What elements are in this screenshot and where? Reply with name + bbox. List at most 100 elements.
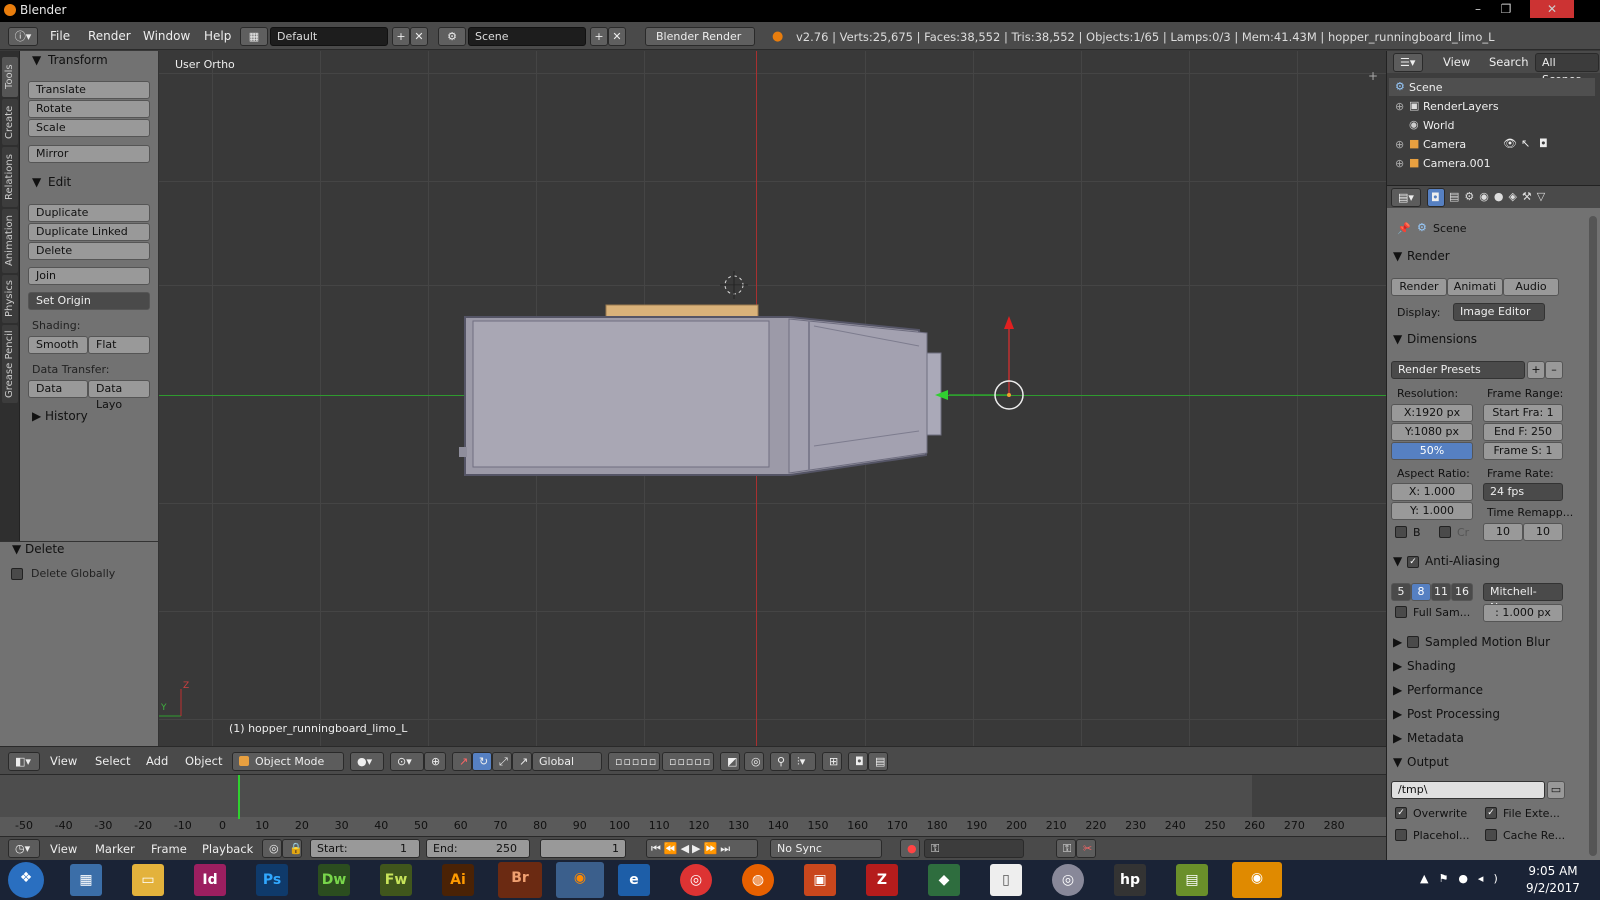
post-processing-panel-toggle[interactable]: ▶ <box>1393 707 1402 721</box>
remove-scene-icon[interactable]: ✕ <box>608 27 626 46</box>
blender-taskbar-icon[interactable]: ◉ <box>556 862 604 898</box>
sync-mode-select[interactable]: No Sync <box>770 839 882 858</box>
indesign-icon[interactable]: Id <box>194 864 226 896</box>
preview-range-icon[interactable]: ◎ <box>262 839 282 858</box>
aa-filter-select[interactable]: Mitchell-Ne... <box>1483 583 1563 614</box>
insert-keyframe-icon[interactable]: ⚿ <box>1056 839 1076 858</box>
transform-panel-toggle[interactable]: ▼ <box>32 53 41 67</box>
metadata-panel-title[interactable]: Metadata <box>1407 731 1464 745</box>
time-remap-old-field[interactable]: 10 <box>1483 523 1523 541</box>
maximize-button[interactable]: ❐ <box>1492 0 1520 18</box>
tab-physics[interactable]: Physics <box>2 275 18 323</box>
orientation-icon[interactable]: ↗ <box>512 752 532 771</box>
aa-samples-16[interactable]: 16 <box>1451 583 1473 601</box>
output-panel-title[interactable]: Output <box>1407 755 1449 769</box>
end-frame-timeline-field[interactable]: End: 250 <box>426 839 530 858</box>
outliner-item-scene[interactable]: Scene <box>1409 81 1443 94</box>
record-icon[interactable]: ● <box>900 839 920 858</box>
shading-panel-title[interactable]: Shading <box>1407 659 1456 673</box>
illustrator-icon[interactable]: Ai <box>442 864 474 896</box>
screen-layout-field[interactable]: Default <box>270 27 388 46</box>
add-scene-icon[interactable]: + <box>590 27 608 46</box>
tab-grease-pencil[interactable]: Grease Pencil <box>2 325 18 403</box>
end-frame-field[interactable]: End F: 250 <box>1483 423 1563 441</box>
aa-panel-toggle[interactable]: ▼ <box>1393 554 1402 568</box>
timeline-menu-frame[interactable]: Frame <box>151 842 187 856</box>
output-panel-toggle[interactable]: ▼ <box>1393 755 1402 769</box>
motion-blur-checkbox[interactable] <box>1407 636 1419 648</box>
render-animation-icon[interactable]: ▤ <box>868 752 888 771</box>
disc-icon[interactable]: ◎ <box>1052 864 1084 896</box>
delete-button[interactable]: Delete <box>28 242 150 260</box>
outliner-item-camera[interactable]: Camera <box>1423 138 1466 151</box>
data-layout-button[interactable]: Data Layo <box>88 380 150 411</box>
menu-help[interactable]: Help <box>204 29 231 43</box>
timeline[interactable]: -50 -40 -30 -20 -10 0 10 20 30 40 50 60 70 80 90 100 110… <box>0 774 1386 836</box>
outliner-item-world[interactable]: World <box>1423 119 1455 132</box>
start-frame-field[interactable]: Start Fra: 1 <box>1483 404 1563 422</box>
display-select[interactable]: Image Editor <box>1453 303 1545 321</box>
placeholders-checkbox[interactable] <box>1395 829 1407 841</box>
anti-aliasing-title[interactable]: Anti-Aliasing <box>1425 554 1500 568</box>
aspect-y-field[interactable]: Y: 1.000 <box>1391 502 1473 520</box>
menu-select[interactable]: Select <box>95 754 130 768</box>
frame-rate-select[interactable]: 24 fps <box>1483 483 1563 501</box>
tab-relations[interactable]: Relations <box>2 147 18 207</box>
layers-grid-1-icon[interactable]: ▫▫▫▫▫ <box>608 752 660 771</box>
transform-panel-title[interactable]: Transform <box>48 53 108 67</box>
scale-manipulator-icon[interactable]: ⤢ <box>492 752 512 771</box>
render-presets-select[interactable]: Render Presets <box>1391 361 1525 379</box>
history-panel-title[interactable]: History <box>45 409 88 423</box>
blender-active-icon[interactable]: ◉ <box>1232 862 1282 898</box>
calculator-icon[interactable]: ▦ <box>70 864 102 896</box>
overwrite-checkbox[interactable]: ✓ <box>1395 807 1407 819</box>
office-icon[interactable]: ▣ <box>804 864 836 896</box>
document-icon[interactable]: ▯ <box>990 864 1022 896</box>
keying-set-field[interactable]: ⚿ <box>924 839 1024 858</box>
start-button-icon[interactable]: ❖ <box>8 862 44 898</box>
render-button[interactable]: Render <box>1391 278 1447 296</box>
tab-animation[interactable]: Animation <box>2 209 18 273</box>
menu-render[interactable]: Render <box>88 29 131 43</box>
tab-create[interactable]: Create <box>2 99 18 145</box>
motion-blur-title[interactable]: Sampled Motion Blur <box>1425 635 1550 649</box>
tab-tools[interactable]: Tools <box>2 57 18 97</box>
browse-folder-icon[interactable]: ▭ <box>1547 781 1565 799</box>
outliner-menu-search[interactable]: Search <box>1489 55 1529 69</box>
close-button[interactable]: ✕ <box>1530 0 1574 18</box>
render-camera-icon[interactable]: ◘ <box>1539 137 1548 150</box>
system-tray-icons[interactable]: ▲⚑●◂) <box>1420 872 1508 885</box>
filezilla-icon[interactable]: Z <box>866 864 898 896</box>
duplicate-button[interactable]: Duplicate <box>28 204 150 222</box>
time-remap-new-field[interactable]: 10 <box>1523 523 1563 541</box>
performance-panel-toggle[interactable]: ▶ <box>1393 683 1402 697</box>
crop-checkbox[interactable] <box>1439 526 1451 538</box>
full-sample-checkbox[interactable] <box>1395 606 1407 618</box>
add-layout-icon[interactable]: + <box>392 27 410 46</box>
join-button[interactable]: Join <box>28 267 150 285</box>
audio-button[interactable]: Audio <box>1503 278 1559 296</box>
viewport-shading-icon[interactable]: ●▾ <box>350 752 384 771</box>
app-green-icon[interactable]: ◆ <box>928 864 960 896</box>
pin-icon[interactable]: 📌 <box>1397 222 1411 235</box>
firefox-icon[interactable]: ◍ <box>742 864 774 896</box>
delete-keyframe-icon[interactable]: ✂ <box>1076 839 1096 858</box>
timeline-menu-playback[interactable]: Playback <box>202 842 253 856</box>
dimensions-panel-toggle[interactable]: ▼ <box>1393 332 1402 346</box>
translate-manipulator-icon[interactable]: ↗ <box>452 752 472 771</box>
editor-type-info-icon[interactable]: ⓘ▾ <box>8 27 38 46</box>
playback-controls-icon[interactable]: ⏮⏪◀▶⏩⏭ <box>646 839 758 858</box>
outliner-menu-view[interactable]: View <box>1443 55 1470 69</box>
dimensions-panel-title[interactable]: Dimensions <box>1407 332 1477 346</box>
edit-panel-title[interactable]: Edit <box>48 175 71 189</box>
aa-samples-11[interactable]: 11 <box>1431 583 1451 601</box>
edit-panel-toggle[interactable]: ▼ <box>32 175 41 189</box>
duplicate-linked-button[interactable]: Duplicate Linked <box>28 223 150 241</box>
z-arrow-icon[interactable] <box>1004 316 1014 329</box>
aa-samples-5[interactable]: 5 <box>1391 583 1411 601</box>
scene-icon[interactable]: ⚙ <box>438 27 466 46</box>
internet-explorer-icon[interactable]: e <box>618 864 650 896</box>
file-extensions-checkbox[interactable]: ✓ <box>1485 807 1497 819</box>
border-checkbox[interactable] <box>1395 526 1407 538</box>
redo-panel-toggle[interactable]: ▼ <box>12 542 21 556</box>
